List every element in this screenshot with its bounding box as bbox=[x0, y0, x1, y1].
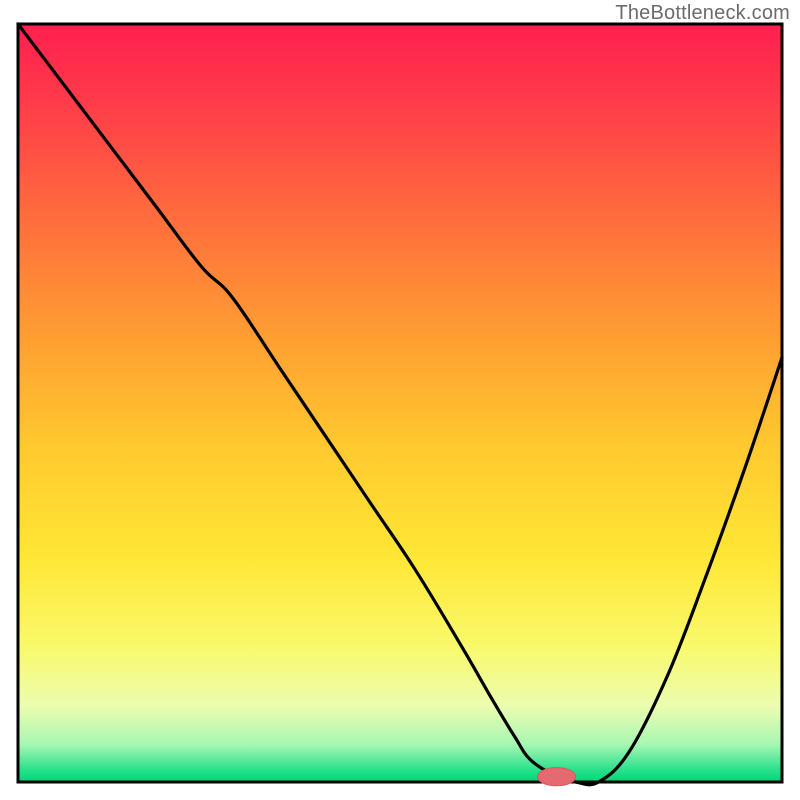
bottleneck-chart bbox=[0, 0, 800, 800]
watermark: TheBottleneck.com bbox=[615, 2, 790, 25]
chart-stage: TheBottleneck.com bbox=[0, 0, 800, 800]
gradient-panel bbox=[18, 24, 782, 782]
valley-marker bbox=[538, 768, 576, 786]
